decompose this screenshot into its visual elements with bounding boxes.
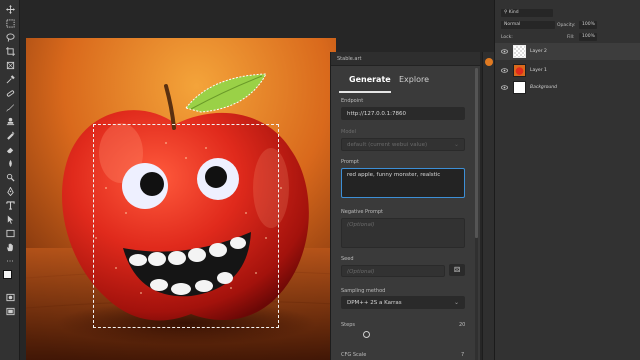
lasso-icon[interactable] (3, 32, 17, 43)
sampling-method-value: DPM++ 2S a Karras (347, 300, 402, 306)
panel-scrollbar[interactable] (475, 68, 478, 360)
tab-explore[interactable]: Explore (399, 72, 429, 88)
color-swatches[interactable] (3, 270, 17, 284)
layer-name: Background (530, 85, 557, 90)
layer-filter-select[interactable]: ⚲ Kind (501, 9, 553, 17)
stable-art-panel: Stable.art Generate Explore Endpoint htt… (330, 52, 480, 360)
eyedropper-icon[interactable] (3, 74, 17, 85)
crop-icon[interactable] (3, 46, 17, 57)
screen-mode-icon[interactable] (3, 306, 17, 317)
search-icon: ⚲ (504, 10, 508, 15)
stamp-icon[interactable] (3, 116, 17, 127)
model-label: Model (341, 129, 357, 135)
path-select-icon[interactable] (3, 214, 17, 225)
panel-tabs: Generate Explore (331, 72, 481, 93)
frame-icon[interactable] (3, 60, 17, 71)
stable-art-plugin-icon[interactable] (485, 58, 493, 66)
scrollbar-thumb[interactable] (475, 68, 478, 238)
sampling-method-label: Sampling method (341, 288, 386, 294)
layer-row-2[interactable]: Layer 2 (495, 43, 640, 60)
steps-slider-handle[interactable] (363, 331, 370, 338)
negative-prompt-textarea[interactable]: (Optional) (341, 218, 465, 248)
layer-thumbnail (513, 45, 526, 58)
collapsed-panel-strip (482, 52, 494, 360)
more-icon[interactable]: ··· (3, 256, 17, 267)
pen-icon[interactable] (3, 186, 17, 197)
tools-toolbar: ··· (0, 0, 20, 360)
brush-icon[interactable] (3, 102, 17, 113)
prompt-label: Prompt (341, 159, 359, 165)
blend-mode-select[interactable]: Normal (501, 21, 555, 29)
active-tab-indicator (339, 91, 391, 93)
foreground-color[interactable] (3, 270, 12, 279)
chevron-down-icon: ⌄ (453, 299, 459, 306)
fill-input[interactable]: 100% (579, 33, 597, 41)
layer-row-1[interactable]: Layer 1 (495, 62, 640, 79)
negative-prompt-label: Negative Prompt (341, 209, 383, 215)
seed-input[interactable]: (Optional) (341, 265, 445, 277)
layer-name: Layer 2 (530, 49, 547, 54)
quick-mask-icon[interactable] (3, 292, 17, 303)
type-icon[interactable] (3, 200, 17, 211)
steps-label: Steps (341, 322, 355, 328)
steps-value: 20 (459, 322, 466, 328)
cfg-scale-label: CFG Scale (341, 352, 367, 358)
hand-icon[interactable] (3, 242, 17, 253)
chevron-down-icon: ⌄ (453, 141, 459, 148)
opacity-label: Opacity: (557, 22, 576, 28)
healing-icon[interactable] (3, 88, 17, 99)
eye-icon[interactable] (501, 48, 508, 55)
dodge-icon[interactable] (3, 172, 17, 183)
history-brush-icon[interactable] (3, 130, 17, 141)
eraser-icon[interactable] (3, 144, 17, 155)
shape-icon[interactable] (3, 228, 17, 239)
layer-thumbnail (513, 64, 526, 77)
tab-generate[interactable]: Generate (349, 72, 391, 88)
eye-icon[interactable] (501, 84, 508, 91)
cfg-scale-value: 7 (461, 352, 465, 358)
sampling-method-select[interactable]: DPM++ 2S a Karras ⌄ (341, 296, 465, 309)
seed-dice-icon[interactable]: ⚄ (449, 264, 465, 276)
move-icon[interactable] (3, 4, 17, 15)
endpoint-input[interactable]: http://127.0.0.1:7860 (341, 107, 465, 120)
fill-label: Fill: (567, 34, 575, 40)
layer-row-background[interactable]: Background (495, 79, 640, 96)
layers-panel: ⚲ Kind Normal Opacity: 100% Lock: Fill: … (494, 0, 640, 360)
layer-kind-label: Kind (508, 10, 519, 15)
layer-name: Layer 1 (530, 68, 547, 73)
layer-thumbnail (513, 81, 526, 94)
eye-icon[interactable] (501, 67, 508, 74)
photoshop-window: ··· Stable.art Generate Explore Endpoint… (0, 0, 640, 360)
endpoint-label: Endpoint (341, 98, 364, 104)
gradient-icon[interactable] (3, 158, 17, 169)
model-value: default (current webui value) (347, 142, 428, 148)
seed-label: Seed (341, 256, 354, 262)
model-select[interactable]: default (current webui value) ⌄ (341, 138, 465, 151)
prompt-textarea[interactable]: red apple, funny monster, realstic (341, 168, 465, 198)
selection-marquee (93, 124, 279, 328)
marquee-icon[interactable] (3, 18, 17, 29)
panel-title: Stable.art (331, 52, 480, 66)
opacity-input[interactable]: 100% (579, 21, 597, 29)
lock-label: Lock: (501, 34, 513, 40)
